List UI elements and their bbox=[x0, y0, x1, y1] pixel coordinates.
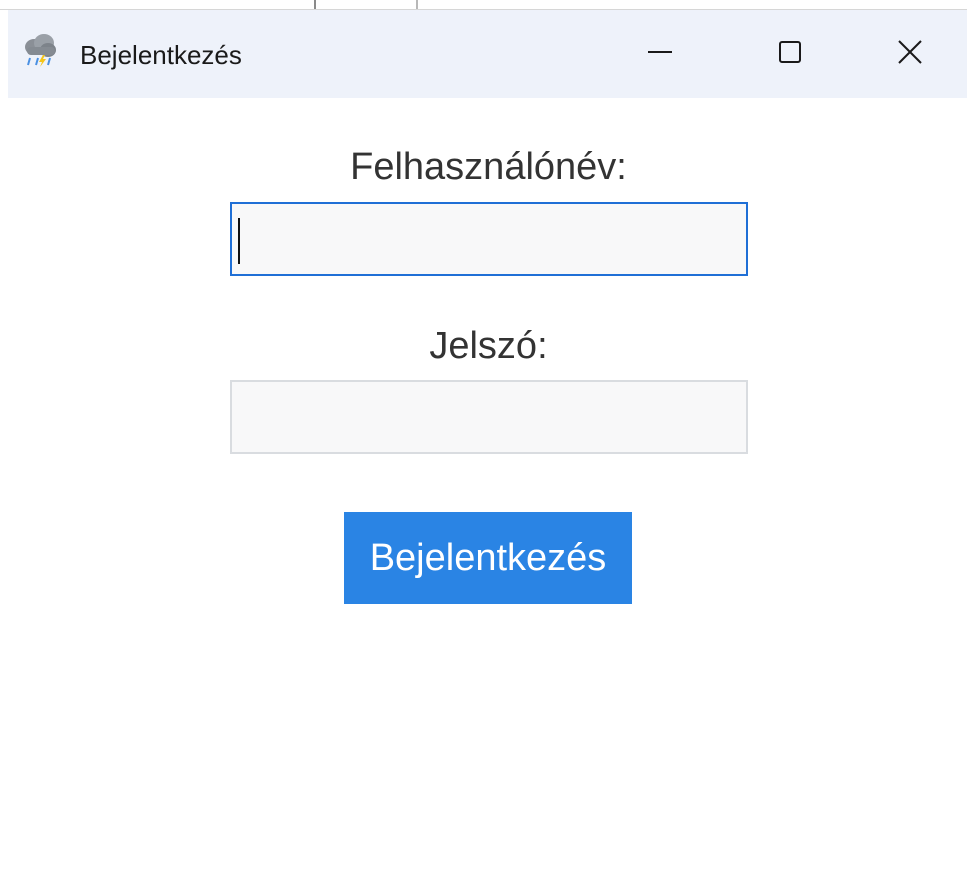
login-form: Felhasználónév: Jelszó: Bejelentkezés bbox=[0, 98, 967, 877]
storm-cloud-icon bbox=[22, 32, 58, 68]
minimize-button[interactable] bbox=[605, 10, 715, 98]
login-button[interactable]: Bejelentkezés bbox=[344, 512, 632, 604]
password-label: Jelszó: bbox=[429, 325, 548, 367]
close-button[interactable] bbox=[855, 10, 965, 98]
login-window: Bejelentkezés Felhasználónév: Jelszó: Be… bbox=[0, 0, 967, 877]
username-field[interactable] bbox=[230, 202, 748, 276]
password-input[interactable] bbox=[232, 382, 746, 452]
background-window-edge bbox=[0, 0, 967, 10]
username-input[interactable] bbox=[232, 204, 746, 274]
username-label: Felhasználónév: bbox=[350, 146, 627, 188]
close-icon bbox=[897, 39, 923, 70]
window-title: Bejelentkezés bbox=[80, 40, 242, 70]
minimize-icon bbox=[647, 39, 673, 70]
text-caret bbox=[238, 218, 240, 264]
title-bar[interactable]: Bejelentkezés bbox=[8, 10, 967, 98]
maximize-button[interactable] bbox=[735, 10, 845, 98]
password-field[interactable] bbox=[230, 380, 748, 454]
maximize-icon bbox=[777, 39, 803, 70]
